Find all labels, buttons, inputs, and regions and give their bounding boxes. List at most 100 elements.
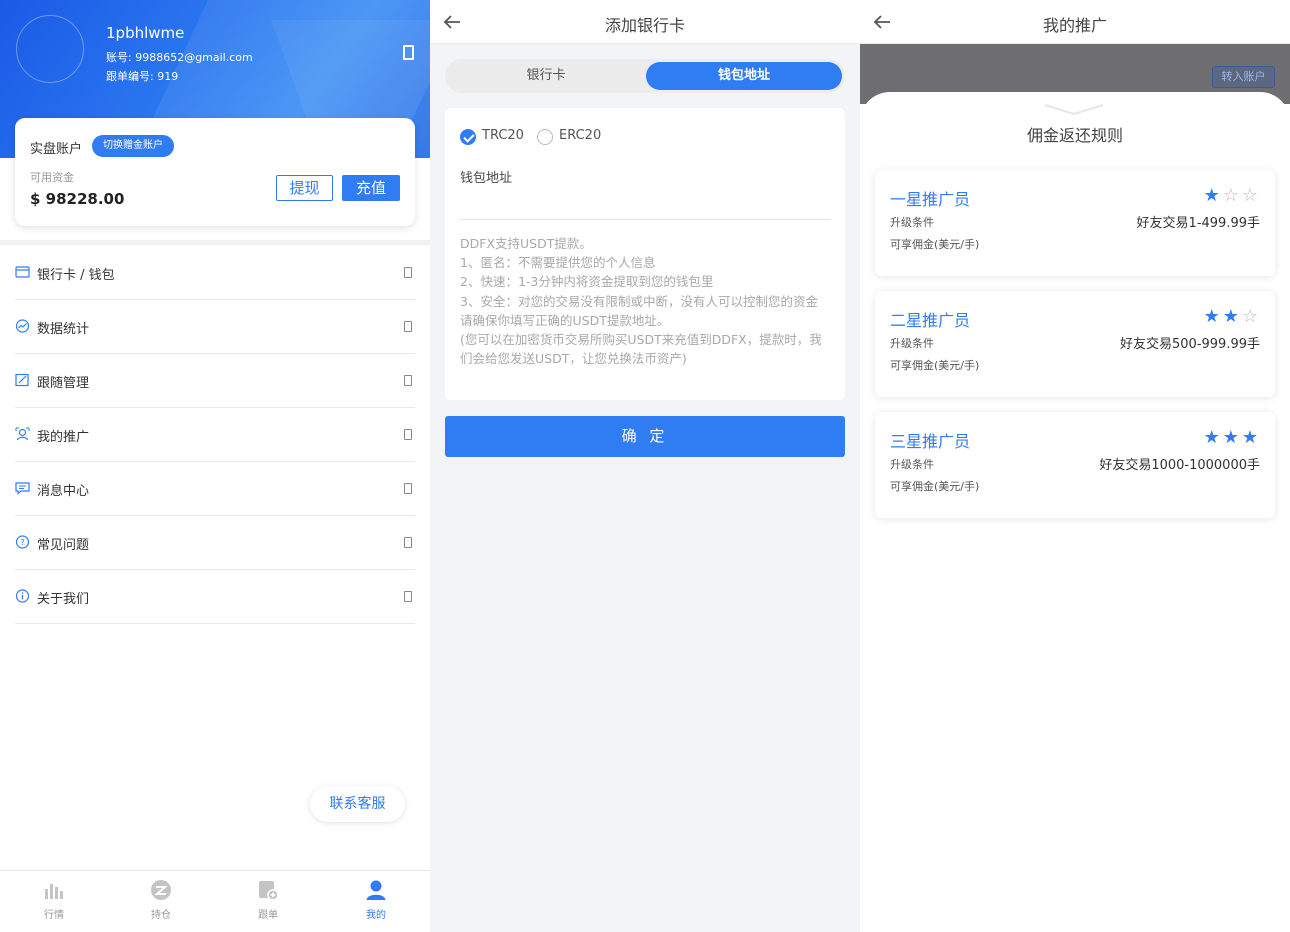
username: 1pbhlwme [106,24,185,42]
note-line: 2、快速：1-3分钟内将资金提取到您的钱包里 [460,274,714,290]
question-icon: ? [15,535,30,549]
tab-positions[interactable]: 持仓 [131,879,191,921]
star-rating-icon: ★★★ [1203,427,1261,448]
menu-item-bank-wallet[interactable]: 银行卡 / 钱包 [15,246,415,300]
radio-label: ERC20 [559,128,602,143]
menu-item-my-promotion[interactable]: 我的推广 [15,408,415,462]
settings-icon[interactable] [403,45,414,60]
menu-item-label: 我的推广 [37,430,90,445]
available-funds-label: 可用资金 [30,171,74,184]
tab-mine[interactable]: 我的 [346,879,406,921]
account-email: 账号: 9988652@gmail.com [106,51,253,64]
stats-icon [15,319,30,333]
page-title: 添加银行卡 [604,16,685,35]
menu-item-label: 常见问题 [37,538,90,553]
upgrade-condition-value: 好友交易1000-1000000手 [1099,458,1260,473]
chevron-right-icon [404,591,412,602]
chevron-right-icon [404,483,412,494]
chevron-down-icon[interactable] [1043,102,1105,116]
bottom-tab-bar: 行情 持仓 跟单 我的 [0,870,430,932]
upgrade-condition-label: 升级条件 [890,216,934,229]
user-icon [366,880,386,900]
message-icon [15,481,30,495]
tier-name: 二星推广员 [890,311,971,330]
note-line: 3、安全：对您的交易没有限制或中断，没有人可以控制您的资金 [460,293,818,309]
wallet-form-card: TRC20 ERC20 钱包地址 DDFX支持USDT提款。 1、匿名：不需要提… [445,108,845,400]
switch-bonus-account-button[interactable]: 切换赠金账户 [92,135,174,157]
note-line: DDFX支持USDT提款。 [460,236,592,251]
commission-rules-sheet: 佣金返还规则 一星推广员 ★☆☆ 升级条件 好友交易1-499.99手 可享佣金… [860,92,1290,932]
tab-bank-card[interactable]: 银行卡 [448,62,644,90]
menu-item-label: 消息中心 [37,484,90,499]
follow-order-icon [259,881,279,901]
top-bar: 我的推广 [860,0,1290,44]
transfer-to-account-button[interactable]: 转入账户 [1212,66,1275,88]
menu-list: 银行卡 / 钱包 数据统计 跟随管理 我的推广 消息中心 ? 常见问题 关于我们 [15,246,415,624]
note-line: 1、匿名：不需要提供您的个人信息 [460,255,656,271]
menu-item-label: 数据统计 [37,322,90,337]
follow-number: 跟单编号: 919 [106,70,179,83]
tab-label: 跟单 [258,910,278,921]
card-icon [15,265,30,279]
upgrade-condition-label: 升级条件 [890,337,934,350]
tab-wallet-address[interactable]: 钱包地址 [646,62,842,90]
commission-label: 可享佣金(美元/手) [890,238,980,251]
tier-name: 三星推广员 [890,432,971,451]
star-rating-icon: ★☆☆ [1203,185,1261,206]
commission-label: 可享佣金(美元/手) [890,359,980,372]
avatar[interactable] [16,15,84,83]
contact-support-button[interactable]: 联系客服 [310,786,405,822]
star-rating-icon: ★★☆ [1203,306,1261,327]
menu-item-stats[interactable]: 数据统计 [15,300,415,354]
confirm-button[interactable]: 确 定 [445,416,845,457]
top-bar: 添加银行卡 [430,0,860,44]
edit-icon [15,373,30,387]
menu-item-about-us[interactable]: 关于我们 [15,570,415,624]
commission-label: 可享佣金(美元/手) [890,480,980,493]
tier-card: 一星推广员 ★☆☆ 升级条件 好友交易1-499.99手 可享佣金(美元/手) [875,170,1275,276]
menu-item-message-center[interactable]: 消息中心 [15,462,415,516]
chevron-right-icon [404,321,412,332]
account-type-label: 实盘账户 [30,142,83,157]
divider [0,240,430,245]
radio-label: TRC20 [482,128,524,143]
chevron-right-icon [404,429,412,440]
tier-name: 一星推广员 [890,190,971,209]
tab-follow-order[interactable]: 跟单 [238,879,298,921]
menu-item-follow-management[interactable]: 跟随管理 [15,354,415,408]
profile-screen: 1pbhlwme 账号: 9988652@gmail.com 跟单编号: 919… [0,0,430,932]
tier-card: 三星推广员 ★★★ 升级条件 好友交易1000-1000000手 可享佣金(美元… [875,412,1275,518]
chart-bars-icon [45,884,63,899]
empty-circle-icon [537,129,553,145]
available-funds-value: $ 98228.00 [30,190,125,208]
wallet-address-label: 钱包地址 [460,171,513,186]
tab-market[interactable]: 行情 [24,879,84,921]
account-card: 实盘账户 切换赠金账户 可用资金 $ 98228.00 提现 充值 [15,118,415,226]
wallet-address-input[interactable] [460,190,830,220]
tab-label: 我的 [366,910,386,921]
upgrade-condition-label: 升级条件 [890,458,934,471]
withdraw-button[interactable]: 提现 [276,175,333,201]
info-icon [15,589,30,603]
usdt-notes: DDFX支持USDT提款。 1、匿名：不需要提供您的个人信息 2、快速：1-3分… [460,234,832,368]
menu-item-label: 跟随管理 [37,376,90,391]
page-title: 我的推广 [1042,16,1107,35]
note-line: 请确保你填写正确的USDT提款地址。 [460,312,670,328]
menu-item-label: 关于我们 [37,592,90,607]
upgrade-condition-value: 好友交易1-499.99手 [1136,216,1260,231]
chevron-right-icon [404,267,412,278]
position-icon [151,880,171,900]
sheet-title: 佣金返还规则 [1026,126,1123,145]
tier-card: 二星推广员 ★★☆ 升级条件 好友交易500-999.99手 可享佣金(美元/手… [875,291,1275,397]
upgrade-condition-value: 好友交易500-999.99手 [1120,337,1260,352]
add-bank-card-screen: 添加银行卡 银行卡 钱包地址 TRC20 ERC20 钱包地址 DDFX支持US… [430,0,860,932]
menu-item-faq[interactable]: ? 常见问题 [15,516,415,570]
recharge-button[interactable]: 充值 [342,175,400,201]
segment-control: 银行卡 钱包地址 [445,59,845,93]
promote-icon [15,427,30,441]
chevron-right-icon [404,537,412,548]
note-line: (您可以在加密货币交易所购买USDT来充值到DDFX，提款时，我们会给您发送US… [460,332,822,367]
chevron-right-icon [404,375,412,386]
tab-label: 持仓 [151,910,171,921]
my-promotion-screen: 我的推广 转入账户 佣金返还规则 一星推广员 ★☆☆ 升级条件 好友交易1-49… [860,0,1290,932]
